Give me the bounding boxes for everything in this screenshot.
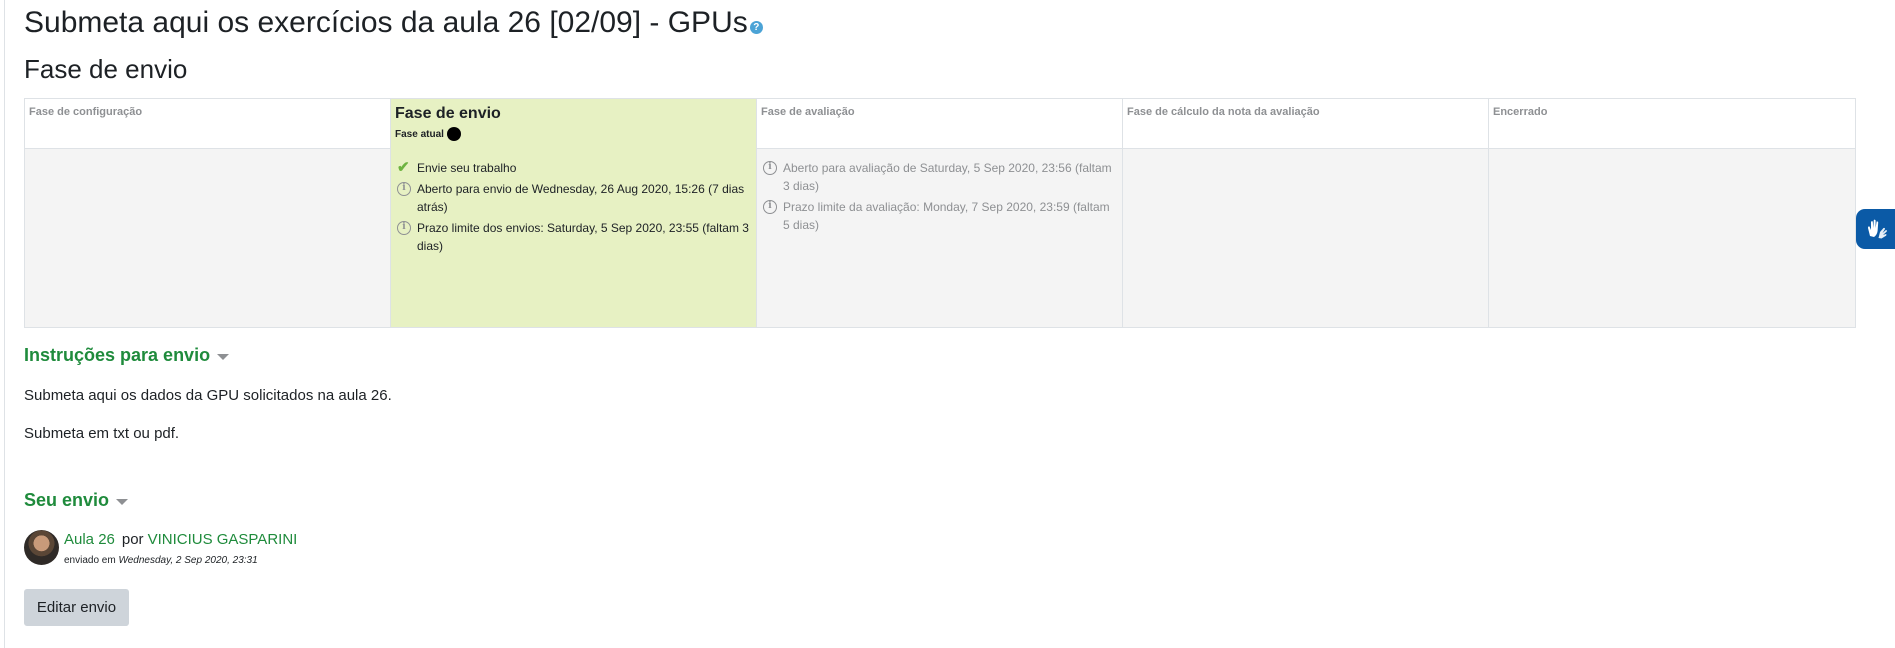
check-icon: ✔	[397, 159, 410, 176]
task-item: i Aberto para envio de Wednesday, 26 Aug…	[397, 180, 752, 216]
task-item: ✔ Envie seu trabalho	[397, 159, 752, 177]
sign-language-hands-icon	[1867, 219, 1887, 239]
phase-submission: Fase de envio Fase atual ✔ Envie seu tra…	[391, 99, 757, 327]
instructions-paragraph: Submeta aqui os dados da GPU solicitados…	[24, 387, 392, 404]
by-label: por	[121, 531, 144, 548]
info-icon: i	[763, 200, 777, 214]
phase-closed-header: Encerrado	[1489, 99, 1855, 149]
phase-closed: Encerrado	[1489, 99, 1855, 327]
phase-name: Fase de configuração	[29, 106, 143, 118]
task-item: i Aberto para avaliação de Saturday, 5 S…	[763, 159, 1118, 195]
page-title-text: Submeta aqui os exercícios da aula 26 [0…	[24, 6, 748, 39]
submission-heading: Seu envio	[24, 490, 110, 510]
instructions-toggle[interactable]: Instruções para envio	[24, 345, 230, 366]
submission-toggle[interactable]: Seu envio	[24, 490, 129, 511]
current-phase-dot-icon	[446, 127, 461, 141]
caret-down-icon	[217, 353, 230, 360]
phase-setup-header: Fase de configuração	[25, 99, 390, 149]
phase-name: Fase de cálculo da nota da avaliação	[1127, 106, 1320, 118]
task-text: Envie seu trabalho	[417, 161, 517, 175]
page-title: Submeta aqui os exercícios da aula 26 [0…	[24, 6, 763, 40]
task-text: Aberto para envio de Wednesday, 26 Aug 2…	[417, 182, 745, 214]
task-text: Prazo limite dos envios: Saturday, 5 Sep…	[417, 221, 749, 253]
avatar	[24, 530, 59, 565]
help-icon[interactable]: ?	[749, 21, 763, 34]
accessibility-widget-button[interactable]	[1856, 209, 1895, 249]
submission-date: enviado em Wednesday, 2 Sep 2020, 23:31	[64, 555, 258, 566]
phase-closed-tasks	[1489, 149, 1855, 327]
phase-submission-header: Fase de envio Fase atual	[391, 99, 756, 149]
task-text: Aberto para avaliação de Saturday, 5 Sep…	[783, 161, 1112, 193]
phase-name: Fase de avaliação	[761, 106, 855, 118]
caret-down-icon	[116, 498, 129, 505]
instructions-paragraph: Submeta em txt ou pdf.	[24, 425, 180, 442]
info-icon: i	[397, 182, 411, 196]
task-item: i Prazo limite dos envios: Saturday, 5 S…	[397, 219, 752, 255]
phase-assessment-tasks: i Aberto para avaliação de Saturday, 5 S…	[757, 149, 1122, 327]
edit-submission-button[interactable]: Editar envio	[24, 589, 129, 626]
phase-setup-tasks	[25, 149, 390, 327]
phase-submission-tasks: ✔ Envie seu trabalho i Aberto para envio…	[391, 149, 756, 327]
sent-date: Wednesday, 2 Sep 2020, 23:31	[118, 555, 258, 566]
author-link[interactable]: VINICIUS GASPARINI	[148, 531, 298, 548]
info-icon: i	[763, 161, 777, 175]
task-item: i Prazo limite da avaliação: Monday, 7 S…	[763, 198, 1118, 234]
info-icon: i	[397, 221, 411, 235]
sent-label: enviado em	[64, 555, 116, 566]
phase-setup: Fase de configuração	[25, 99, 391, 327]
current-phase-indicator: Fase atual	[395, 127, 752, 141]
phase-evaluation-tasks	[1123, 149, 1488, 327]
task-text: Prazo limite da avaliação: Monday, 7 Sep…	[783, 200, 1110, 232]
submission-title-link[interactable]: Aula 26	[64, 531, 115, 548]
phase-name: Fase de envio	[395, 105, 501, 122]
current-phase-label: Fase atual	[395, 128, 444, 140]
phase-assessment-header: Fase de avaliação	[757, 99, 1122, 149]
phase-assessment: Fase de avaliação i Aberto para avaliaçã…	[757, 99, 1123, 327]
instructions-heading: Instruções para envio	[24, 345, 211, 365]
workshop-planner: Fase de configuração Fase de envio Fase …	[24, 98, 1856, 328]
phase-name: Encerrado	[1493, 106, 1548, 118]
phase-evaluation: Fase de cálculo da nota da avaliação	[1123, 99, 1489, 327]
submission-title-line: Aula 26 por VINICIUS GASPARINI	[64, 531, 297, 548]
page-left-border	[4, 0, 5, 648]
phase-evaluation-header: Fase de cálculo da nota da avaliação	[1123, 99, 1488, 149]
current-phase-heading: Fase de envio	[24, 54, 188, 84]
